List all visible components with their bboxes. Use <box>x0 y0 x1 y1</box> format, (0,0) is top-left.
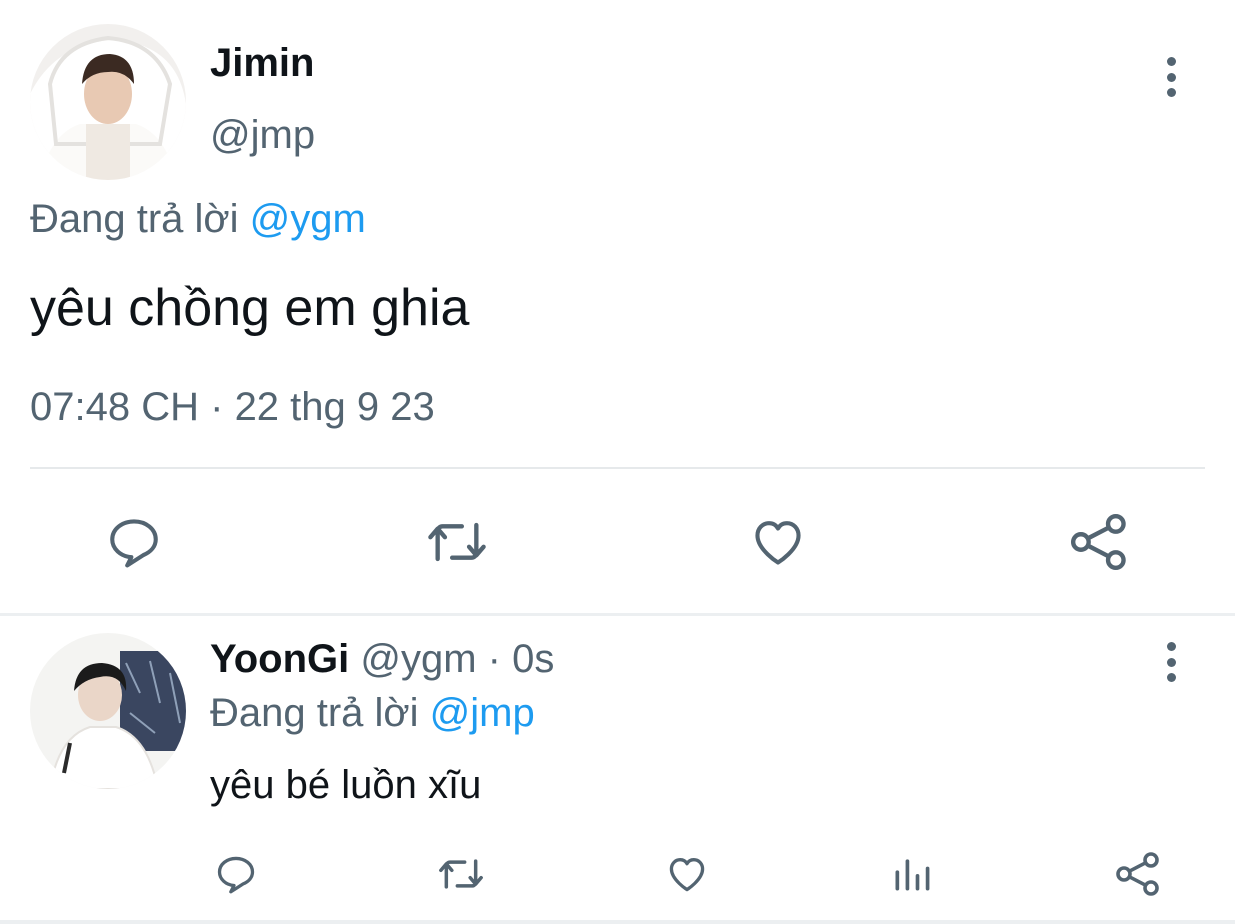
reply-like-icon[interactable] <box>664 852 710 896</box>
reply-avatar-image <box>30 633 186 789</box>
tweet-text: yêu chồng em ghia <box>30 279 470 337</box>
reply-share-icon[interactable] <box>1114 850 1162 898</box>
meta-separator: · <box>210 385 224 429</box>
main-tweet: Jimin @jmp Đang trả lời @ygm yêu chồng e… <box>0 0 1235 614</box>
tweet-date: 22 thg 9 23 <box>234 385 435 429</box>
mention-link[interactable]: @ygm <box>250 197 366 241</box>
reply-replying-to: Đang trả lời @jmp <box>210 690 535 736</box>
reply-tweet-text: yêu bé luồn xĩu <box>210 763 482 807</box>
reply-avatar[interactable] <box>30 633 186 789</box>
reply-age[interactable]: 0s <box>512 637 554 681</box>
avatar-image <box>30 24 186 180</box>
reply-replying-to-label: Đang trả lời <box>210 691 419 735</box>
share-icon[interactable] <box>1068 511 1130 573</box>
user-handle[interactable]: @jmp <box>210 112 315 158</box>
tweet-timestamp[interactable]: 07:48 CH · 22 thg 9 23 <box>30 384 435 430</box>
reply-reply-icon[interactable] <box>214 852 258 896</box>
display-name[interactable]: Jimin <box>210 40 314 86</box>
tweet-time: 07:48 CH <box>30 385 199 429</box>
reply-display-name[interactable]: YoonGi <box>210 637 349 681</box>
reply-user-handle[interactable]: @ygm <box>360 637 476 681</box>
more-options-icon[interactable] <box>1159 57 1183 97</box>
section-divider <box>0 613 1235 616</box>
retweet-icon[interactable] <box>425 513 489 571</box>
reply-icon[interactable] <box>105 513 163 571</box>
views-icon[interactable] <box>890 852 934 896</box>
replying-to-label: Đang trả lời <box>30 197 239 241</box>
reply-meta-separator: · <box>487 637 501 681</box>
reply-retweet-icon[interactable] <box>436 852 486 896</box>
like-icon[interactable] <box>748 513 808 571</box>
divider <box>30 467 1205 469</box>
replying-to: Đang trả lời @ygm <box>30 196 366 242</box>
bottom-divider <box>0 920 1235 924</box>
reply-more-options-icon[interactable] <box>1159 642 1183 682</box>
avatar[interactable] <box>30 24 186 180</box>
reply-header: YoonGi @ygm · 0s <box>210 636 554 682</box>
reply-mention-link[interactable]: @jmp <box>430 691 535 735</box>
